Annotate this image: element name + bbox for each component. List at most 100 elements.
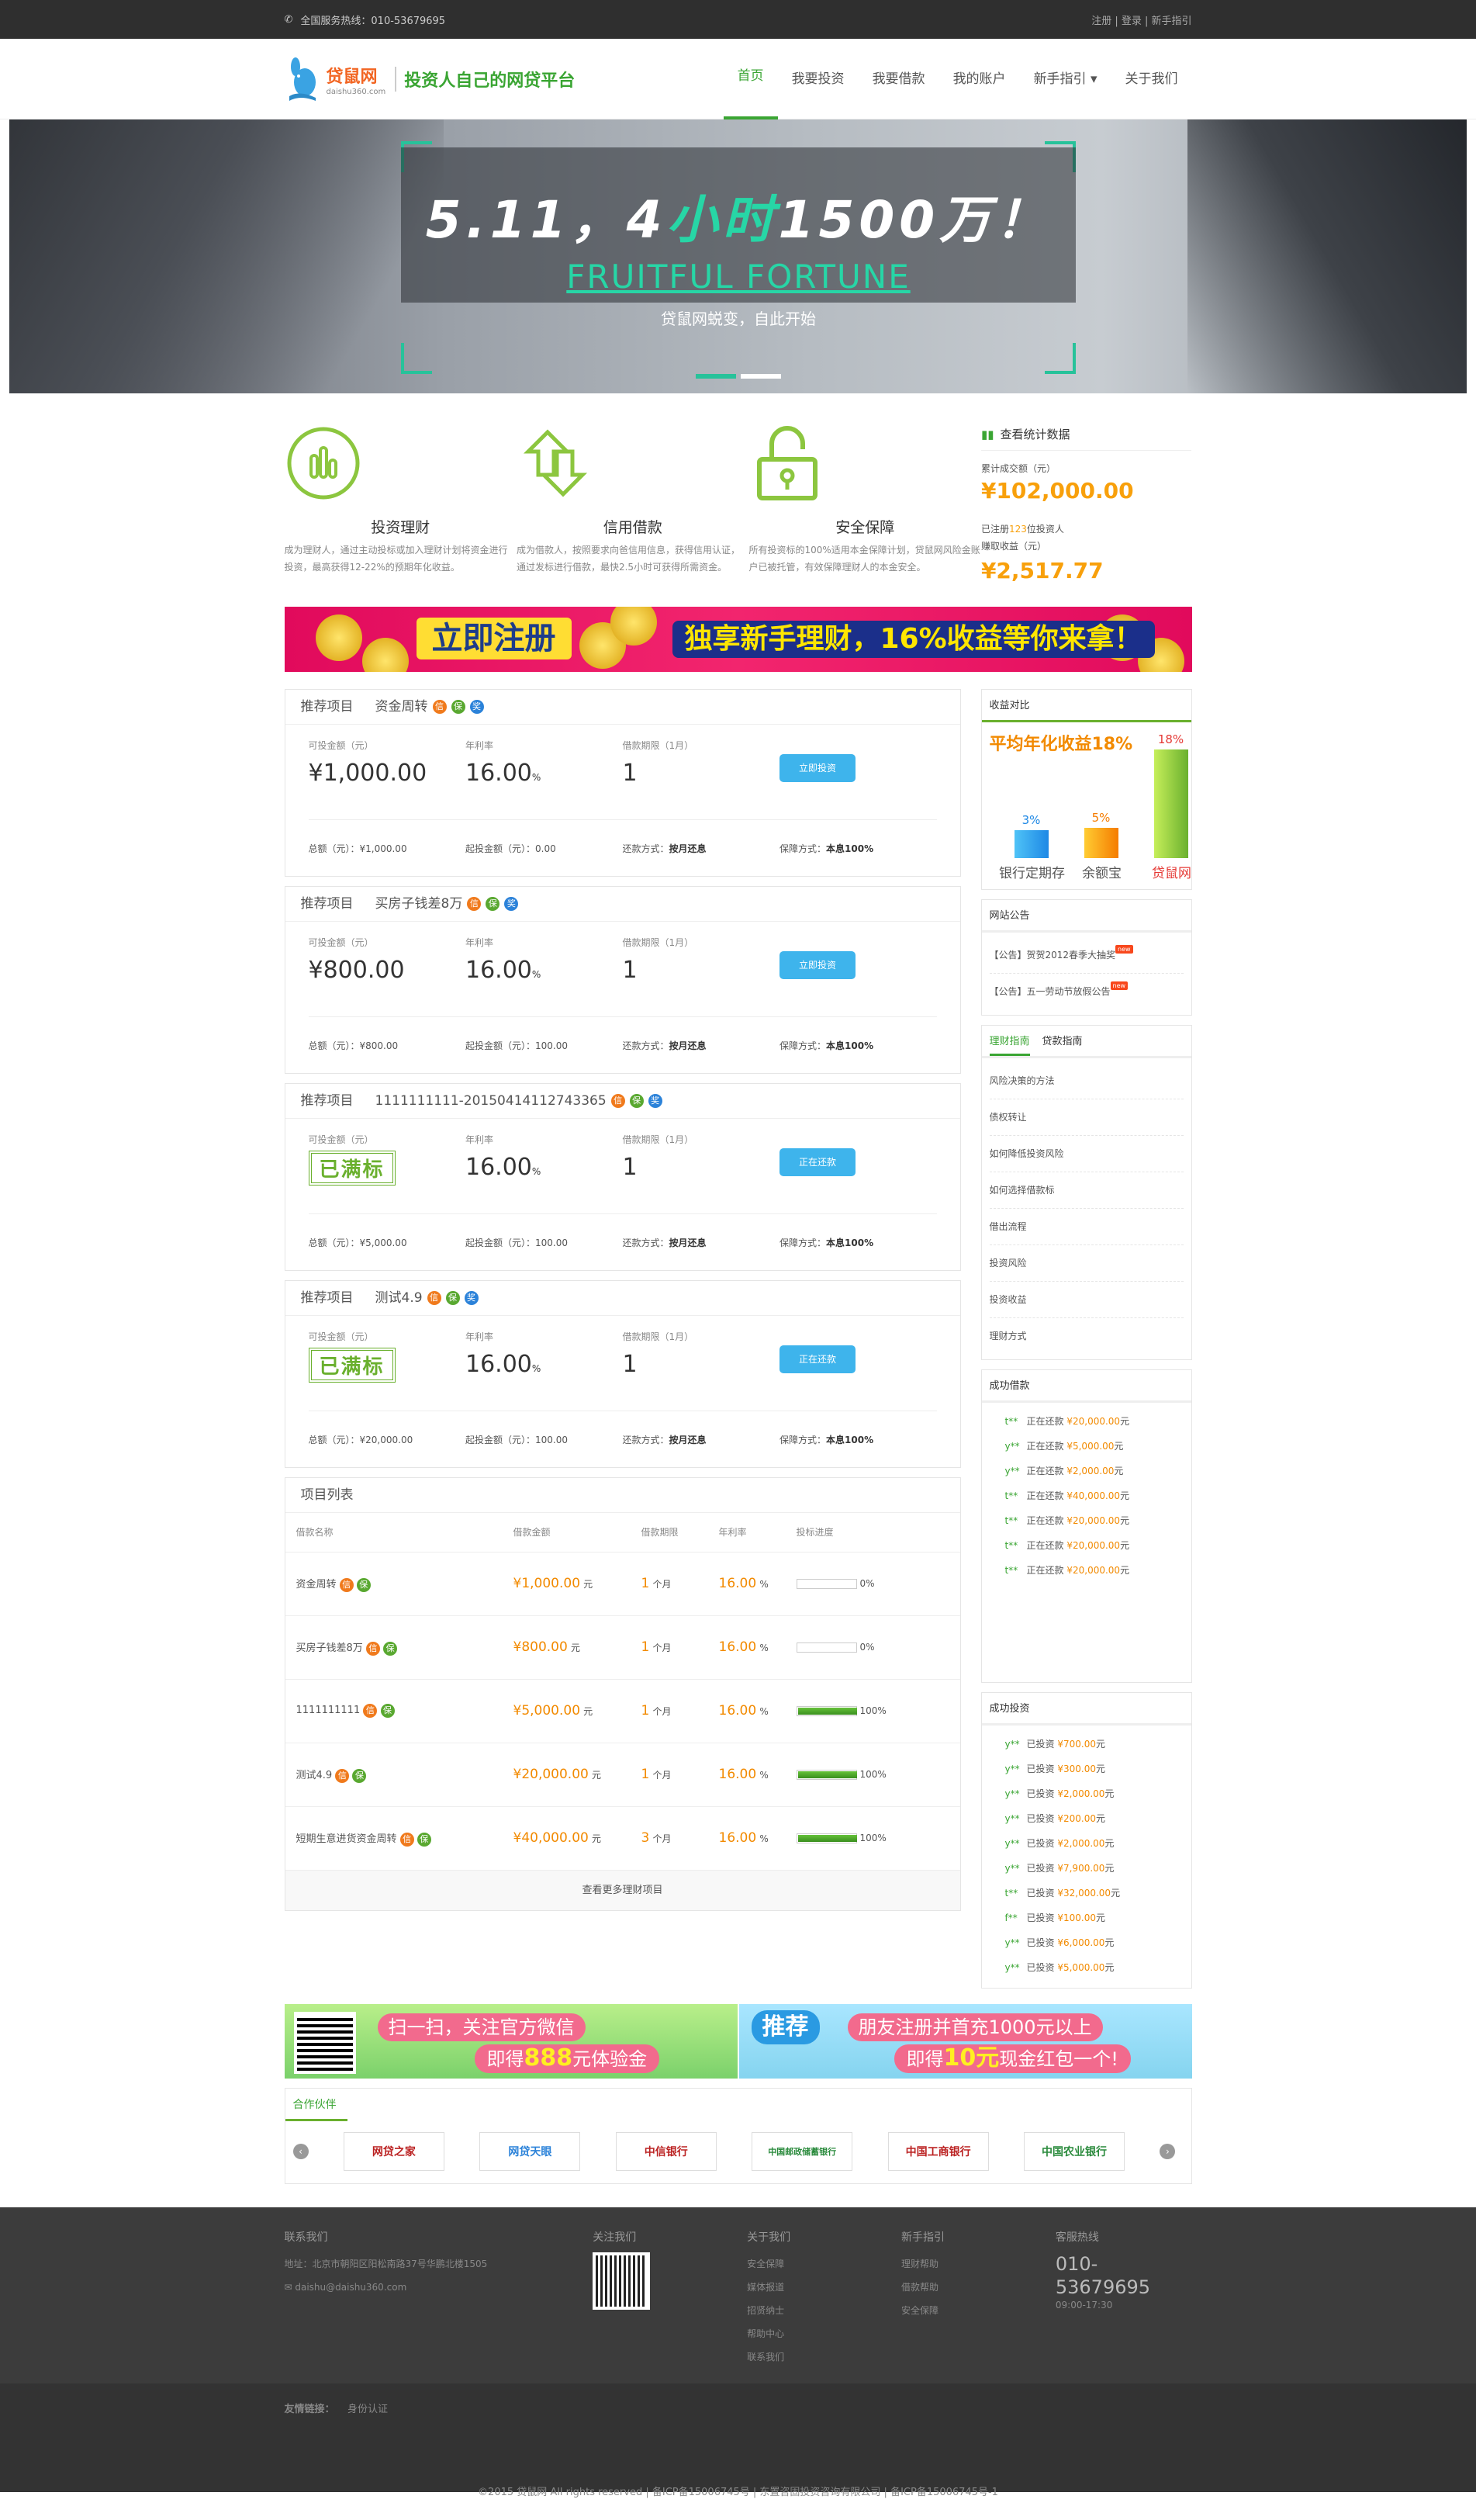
credit-badge-icon: 信	[610, 1094, 625, 1108]
wechat-ad[interactable]: 扫一扫，关注官方微信 即得888元体验金	[284, 2004, 738, 2079]
footer-bottom: 友情链接： 身份认证 ©2015 贷鼠网 All rights reserved…	[0, 2383, 1476, 2498]
invest-now-button[interactable]: 立即投资	[779, 951, 856, 979]
partner-logo[interactable]: 网贷天眼	[479, 2132, 581, 2171]
repaying-button[interactable]: 正在还款	[779, 1345, 856, 1373]
repaying-button[interactable]: 正在还款	[779, 1148, 856, 1176]
invest-now-button[interactable]: 立即投资	[779, 754, 856, 782]
guide-item[interactable]: 风险决策的方法	[989, 1063, 1184, 1099]
project-name[interactable]: 1111111111-20150414112743365 信 保 奖	[375, 1084, 662, 1119]
guide-item[interactable]: 如何选择借款标	[989, 1172, 1184, 1209]
chevron-left-icon[interactable]: ‹	[292, 2144, 309, 2159]
main-content: 推荐项目 资金周转 信 保 奖 可投金额（元） ¥1,000.00 年利率 16.…	[284, 689, 1192, 1998]
rate-value: 16.00%	[465, 760, 541, 787]
brand-slogan: 投资人自己的网贷平台	[395, 67, 575, 92]
project-header-label: 推荐项目	[300, 895, 354, 912]
record-item: t** 正在还款 ¥20,000.00元	[1004, 1565, 1130, 1576]
loan-name[interactable]: 资金周转 信 保	[285, 1551, 503, 1615]
partner-logo[interactable]: 中国邮政储蓄银行	[752, 2132, 853, 2171]
loan-name[interactable]: 1111111111 信 保	[285, 1678, 503, 1743]
credit-badge-icon: 信	[365, 1641, 380, 1656]
guide-item[interactable]: 投资风险	[989, 1245, 1184, 1282]
guide-item[interactable]: 投资收益	[989, 1282, 1184, 1318]
table-row[interactable]: 测试4.9 信 保 ¥20,000.00 元 1 个月 16.00 % 100%	[285, 1742, 960, 1806]
term-value: 1	[622, 957, 638, 984]
partner-logo[interactable]: 中国农业银行	[1024, 2132, 1125, 2171]
project-name[interactable]: 测试4.9 信 保 奖	[375, 1281, 479, 1316]
term-value: 1	[622, 1154, 638, 1181]
footer-link[interactable]: 安全保障	[747, 2252, 901, 2276]
stats-title[interactable]: ▮▮ 查看统计数据	[980, 426, 1192, 451]
footer-link[interactable]: 借款帮助	[901, 2276, 1056, 2299]
project-name[interactable]: 买房子钱差8万 信 保 奖	[375, 887, 519, 922]
auth-links-text[interactable]: 注册 | 登录 | 新手指引	[1091, 16, 1191, 27]
guarantee-badge-icon: 保	[451, 700, 465, 714]
project-card-header: 推荐项目 买房子钱差8万 信 保 奖	[285, 887, 960, 922]
table-row[interactable]: 1111111111 信 保 ¥5,000.00 元 1 个月 16.00 % …	[285, 1678, 960, 1743]
table-row[interactable]: 买房子钱差8万 信 保 ¥800.00 元 1 个月 16.00 % 0%	[285, 1615, 960, 1679]
footer-link[interactable]: 安全保障	[901, 2299, 1056, 2322]
reward-badge-icon: 奖	[464, 1291, 479, 1305]
record-item: t** 正在还款 ¥20,000.00元	[1004, 1540, 1130, 1551]
footer-link[interactable]: 媒体报道	[747, 2276, 901, 2299]
nav-about[interactable]: 关于我们	[1111, 39, 1192, 119]
partner-logo[interactable]: 中信银行	[615, 2132, 717, 2171]
footer-link[interactable]: 帮助中心	[747, 2322, 901, 2345]
hero-banner[interactable]: 5.11，4小时1500万！ FRUITFUL FORTUNE 贷鼠网蜕变，自此…	[9, 119, 1467, 393]
stats-panel: ▮▮ 查看统计数据 累计成交额（元） ¥102,000.00 已注册123位投资…	[980, 424, 1192, 583]
referral-ad[interactable]: 推荐 朋友注册并首充1000元以上 即得10元现金红包一个!	[738, 2004, 1192, 2079]
reward-badge-icon: 奖	[648, 1094, 662, 1108]
footer-link[interactable]: 招贤纳士	[747, 2299, 901, 2322]
project-name[interactable]: 资金周转 信 保 奖	[375, 690, 484, 725]
nav-borrow[interactable]: 我要借款	[859, 39, 939, 119]
lock-icon	[757, 426, 818, 500]
project-card: 推荐项目 测试4.9 信 保 奖 可投金额（元） 已满标 年利率 16.00% 借…	[284, 1280, 961, 1468]
tab-invest-guide[interactable]: 理财指南	[989, 1026, 1030, 1056]
loan-name[interactable]: 测试4.9 信 保	[285, 1742, 503, 1806]
bottom-ads: 扫一扫，关注官方微信 即得888元体验金 推荐 朋友注册并首充1000元以上 即…	[284, 2004, 1192, 2079]
partner-logo[interactable]: 中国工商银行	[887, 2132, 989, 2171]
feature-desc: 成为借款人，按照要求向爸信用信息，获得信用认证，通过发标进行借款，最快2.5小时…	[516, 545, 740, 573]
loan-name[interactable]: 短期生意进货资金周转 信 保	[285, 1805, 503, 1870]
guide-item[interactable]: 理财方式	[990, 1318, 1184, 1355]
footer-link[interactable]: 理财帮助	[901, 2252, 1056, 2276]
nav-invest[interactable]: 我要投资	[778, 39, 859, 119]
col-progress: 投标进度	[796, 1527, 834, 1539]
nav-home[interactable]: 首页	[723, 39, 778, 119]
register-ad-banner[interactable]: 立即注册 独享新手理财，16%收益等你来拿！	[284, 607, 1192, 672]
col-term: 借款期限	[641, 1527, 679, 1539]
footer-link[interactable]: 联系我们	[747, 2345, 901, 2369]
banner-caption: 贷鼠网蜕变，自此开始	[661, 310, 816, 328]
hotline-number: 010-53679695	[1055, 2253, 1151, 2298]
guarantee-badge-icon: 保	[383, 1641, 398, 1656]
notice-item[interactable]: 【公告】贺贺2012春季大抽奖new	[989, 937, 1184, 974]
guide-item[interactable]: 借出流程	[989, 1209, 1184, 1245]
loan-name[interactable]: 买房子钱差8万 信 保	[285, 1615, 503, 1679]
footer-email[interactable]: ✉ daishu@daishu360.com	[285, 2276, 593, 2299]
guide-box: 理财指南 贷款指南 风险决策的方法 债权转让 如何降低投资风险 如何选择借款标 借出流程…	[980, 1025, 1192, 1360]
referral-text: 朋友注册并首充1000元以上	[847, 2013, 1103, 2041]
chevron-right-icon[interactable]: ›	[1160, 2144, 1176, 2159]
partner-logo[interactable]: 网贷之家	[343, 2132, 444, 2171]
notice-item[interactable]: 【公告】五一劳动节放假公告new	[990, 974, 1184, 1010]
banner-dot-2[interactable]	[741, 374, 781, 379]
nav-guide[interactable]: 新手指引 ▾	[1020, 39, 1111, 119]
guarantee-method: 保障方式：本息100%	[779, 1434, 874, 1445]
banner-pager[interactable]	[696, 374, 781, 379]
table-row[interactable]: 资金周转 信 保 ¥1,000.00 元 1 个月 16.00 % 0%	[285, 1551, 960, 1615]
guide-item[interactable]: 债权转让	[989, 1099, 1184, 1136]
footer-contact: 联系我们 地址：北京市朝阳区阳松南路37号华鹏北楼1505 ✉ daishu@d…	[285, 2226, 593, 2369]
table-row[interactable]: 短期生意进货资金周转 信 保 ¥40,000.00 元 3 个月 16.00 %…	[285, 1805, 960, 1870]
ad-register-text[interactable]: 立即注册	[416, 618, 572, 659]
banner-dot-1[interactable]	[696, 374, 736, 379]
yield-bars: 3% 银行定期存 5% 余额宝 18% 贷鼠网	[990, 732, 1191, 881]
loan-amount: ¥1,000.00 元	[502, 1551, 631, 1615]
auth-links[interactable]: 注册 | 登录 | 新手指引	[1091, 12, 1191, 27]
tab-loan-guide[interactable]: 贷款指南	[1042, 1026, 1083, 1056]
repay-method: 还款方式：按月还息	[622, 1434, 707, 1445]
nav-account[interactable]: 我的账户	[939, 39, 1020, 119]
logo[interactable]: 贷鼠网 daishu360.com 投资人自己的网贷平台	[285, 56, 575, 102]
credit-badge-icon: 信	[427, 1291, 441, 1305]
friend-link[interactable]: 身份认证	[347, 2404, 388, 2415]
more-projects-link[interactable]: 查看更多理财项目	[285, 1870, 960, 1910]
guide-item[interactable]: 如何降低投资风险	[989, 1136, 1184, 1172]
